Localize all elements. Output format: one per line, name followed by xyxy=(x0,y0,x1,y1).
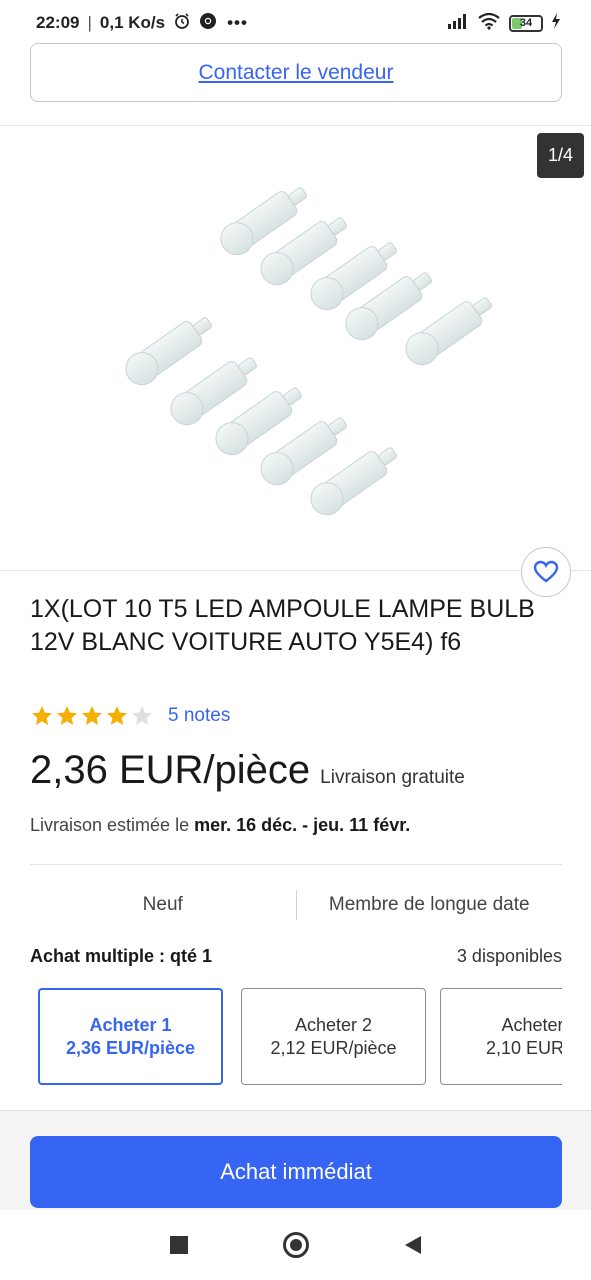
chrome-icon xyxy=(199,12,217,35)
divider xyxy=(30,864,562,865)
status-time: 22:09 xyxy=(36,13,80,32)
image-counter: 1/4 xyxy=(537,133,584,178)
multi-buy-option[interactable]: Acheter 2,10 EUR/p xyxy=(440,988,562,1085)
recent-apps-button[interactable] xyxy=(159,1225,199,1265)
option-title: Acheter 1 xyxy=(89,1014,172,1035)
buy-now-button[interactable]: Achat immédiat xyxy=(30,1136,562,1208)
wifi-icon xyxy=(477,12,501,35)
star-icon xyxy=(57,706,77,725)
charging-icon xyxy=(551,12,561,34)
multi-buy-option[interactable]: Acheter 1 2,36 EUR/pièce xyxy=(38,988,223,1085)
rating[interactable]: 5 notes xyxy=(30,704,230,728)
available-quantity: 3 disponibles xyxy=(456,946,562,966)
status-speed: 0,1 Ko/s xyxy=(99,13,166,32)
delivery-estimate: Livraison estimée le mer. 16 déc. - jeu.… xyxy=(30,815,410,836)
delivery-prefix: Livraison estimée le xyxy=(30,815,190,835)
multi-buy-label: Achat multiple : qté 1 xyxy=(30,946,213,966)
multi-buy-option[interactable]: Acheter 2 2,12 EUR/pièce xyxy=(241,988,426,1085)
product-image-gallery[interactable] xyxy=(0,126,591,570)
shipping-info: Livraison gratuite xyxy=(320,767,465,788)
option-price: 2,36 EUR/pièce xyxy=(65,1037,196,1058)
battery-icon: 34 xyxy=(509,14,543,32)
option-title: Acheter 2 xyxy=(294,1014,373,1035)
multi-buy-options: Acheter 1 2,36 EUR/pièce Acheter 2 2,12 … xyxy=(38,988,562,1085)
square-icon xyxy=(169,1236,188,1254)
heart-icon xyxy=(533,560,559,583)
rating-stars xyxy=(30,704,154,728)
product-title: 1X(LOT 10 T5 LED AMPOULE LAMPE BULB 12V … xyxy=(30,595,535,656)
status-bar: 22:09 | 0,1 Ko/s ••• 34 xyxy=(0,0,591,46)
product-image xyxy=(125,187,492,516)
status-separator: | xyxy=(87,13,92,32)
divider xyxy=(0,570,591,571)
option-title: Acheter xyxy=(501,1014,562,1035)
price: 2,36 EUR/pièce xyxy=(30,748,311,792)
circle-icon xyxy=(282,1232,309,1258)
back-button[interactable] xyxy=(393,1225,433,1265)
option-price: 2,10 EUR/p xyxy=(485,1037,562,1058)
option-price: 2,12 EUR/pièce xyxy=(270,1037,397,1058)
price-row: 2,36 EUR/pièce Livraison gratuite xyxy=(30,748,465,793)
multi-buy-header: Achat multiple : qté 1 3 disponibles xyxy=(30,946,562,967)
battery-level: 34 xyxy=(519,17,533,29)
star-icon xyxy=(132,706,152,725)
star-icon xyxy=(107,706,127,725)
triangle-back-icon xyxy=(404,1236,421,1254)
home-button[interactable] xyxy=(276,1225,316,1265)
alarm-icon xyxy=(173,12,191,35)
signal-icon xyxy=(447,13,469,34)
item-attributes: Neuf Membre de longue date xyxy=(30,885,562,925)
delivery-dates: mer. 16 déc. - jeu. 11 févr. xyxy=(194,815,411,835)
system-navigation-bar xyxy=(0,1210,591,1280)
star-icon xyxy=(32,706,52,725)
contact-seller-button[interactable]: Contacter le vendeur xyxy=(30,43,562,102)
rating-count-link[interactable]: 5 notes xyxy=(168,705,230,727)
watchlist-button[interactable] xyxy=(521,547,571,597)
star-icon xyxy=(82,706,102,725)
more-notifications-icon: ••• xyxy=(227,13,248,32)
seller-status-label: Membre de longue date xyxy=(328,894,530,915)
condition-label: Neuf xyxy=(142,894,183,915)
